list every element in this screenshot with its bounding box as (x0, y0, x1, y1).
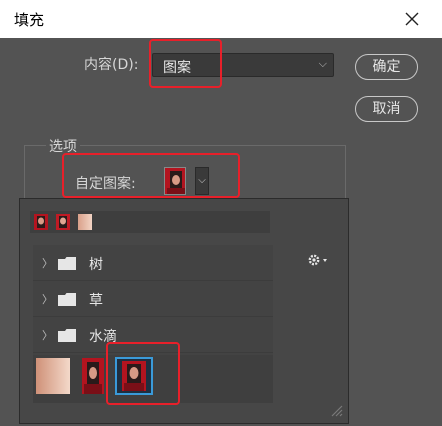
recent-pattern-1[interactable] (34, 214, 48, 230)
folder-row-water[interactable]: 〉 水滴 (33, 317, 273, 353)
dialog-title: 填充 (14, 11, 45, 29)
folder-row-grass[interactable]: 〉 草 (33, 281, 273, 317)
contents-value: 图案 (163, 60, 191, 76)
options-legend: 选项 (46, 136, 80, 156)
recent-pattern-3[interactable] (78, 214, 92, 230)
resize-grip-icon[interactable] (329, 403, 343, 417)
contents-label: 内容(D): (84, 57, 139, 73)
folder-name: 树 (89, 257, 103, 273)
ok-button[interactable]: 确定 (355, 54, 418, 80)
folder-icon (58, 329, 76, 342)
pattern-picker-toggle[interactable]: ⌵ (195, 167, 209, 195)
chevron-down-icon: ⌵ (318, 57, 327, 70)
chevron-right-icon: 〉 (42, 293, 53, 306)
portrait-thumbnail-icon (165, 168, 185, 194)
custom-pattern-label: 自定图案: (75, 176, 136, 192)
chevron-right-icon: 〉 (42, 329, 53, 342)
folder-name: 草 (89, 293, 103, 309)
custom-pattern-swatch[interactable] (164, 167, 186, 195)
folder-icon (58, 257, 76, 270)
cancel-button[interactable]: 取消 (355, 96, 418, 122)
pattern-tile-portrait[interactable] (82, 358, 104, 394)
close-icon[interactable] (402, 9, 422, 29)
folder-name: 水滴 (89, 329, 117, 345)
chevron-right-icon: 〉 (42, 257, 53, 270)
pattern-tile-skin[interactable] (36, 358, 70, 394)
pattern-tile-portrait-selected[interactable] (115, 357, 153, 395)
title-bar: 填充 (0, 0, 442, 38)
gear-icon[interactable] (307, 253, 329, 267)
folder-row-tree[interactable]: 〉 树 (33, 245, 273, 281)
folder-icon (58, 293, 76, 306)
recent-pattern-2[interactable] (56, 214, 70, 230)
contents-select[interactable]: 图案 ⌵ (152, 53, 334, 77)
